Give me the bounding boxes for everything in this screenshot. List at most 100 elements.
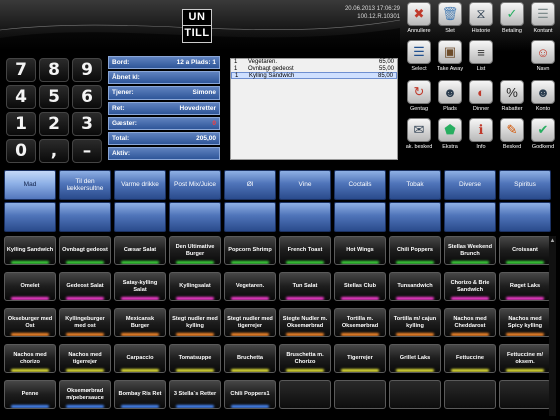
keypad-key[interactable]: – bbox=[72, 139, 102, 163]
product-button[interactable]: Cæsar Salat bbox=[114, 236, 166, 265]
trash-button[interactable]: 🗑 Slet bbox=[435, 2, 465, 40]
info-row-course[interactable]: Ret: Hovedretter bbox=[108, 101, 220, 115]
product-button[interactable]: Satay-kylling Salat bbox=[114, 272, 166, 301]
category-button[interactable]: Til den lækkersultne bbox=[59, 170, 111, 200]
order-receipt[interactable]: 1 Vegetaren. 65,00 1 Ovnbagt gedeost 55,00 1 Ky… bbox=[230, 58, 398, 160]
product-scrollbar[interactable]: ▲ bbox=[549, 236, 556, 416]
product-button[interactable]: Stegte Nudler m. Oksemørbrad bbox=[279, 308, 331, 337]
product-button[interactable]: Tortilla m/ cajun kylling bbox=[389, 308, 441, 337]
product-button[interactable]: Chorizo & Brie Sandwich bbox=[444, 272, 496, 301]
product-button[interactable]: Tigerrejer bbox=[334, 344, 386, 373]
product-button[interactable]: Stellas Weekend Brunch bbox=[444, 236, 496, 265]
product-button[interactable]: Nachos med Cheddarost bbox=[444, 308, 496, 337]
keypad-key[interactable]: 0 bbox=[6, 139, 36, 163]
product-button[interactable]: Bruschetta m. Chorizo bbox=[279, 344, 331, 373]
product-button[interactable]: Den Ultimative Burger bbox=[169, 236, 221, 265]
keypad-key[interactable]: 9 bbox=[72, 58, 102, 82]
keypad-key[interactable]: , bbox=[39, 139, 69, 163]
keypad-key[interactable]: 3 bbox=[72, 112, 102, 136]
product-button[interactable]: Vegetaren. bbox=[224, 272, 276, 301]
category-button[interactable]: Varme drikke bbox=[114, 170, 166, 200]
repeat-button[interactable]: ↻ Gentag bbox=[404, 80, 434, 118]
product-button[interactable]: Gedeost Salat bbox=[59, 272, 111, 301]
product-button[interactable]: Bombay Ris Ret bbox=[114, 380, 166, 409]
keypad-key[interactable]: 8 bbox=[39, 58, 69, 82]
category-button[interactable] bbox=[4, 202, 56, 232]
name-button[interactable]: ☺ Navn bbox=[528, 40, 558, 78]
message-button[interactable]: ✎ Besked bbox=[497, 118, 527, 156]
product-button[interactable]: Tomatsuppe bbox=[169, 344, 221, 373]
list-button[interactable]: ≡ List bbox=[466, 40, 496, 78]
product-button[interactable]: Stegt nudler med kylling bbox=[169, 308, 221, 337]
receipt-line[interactable]: 1 Ovnbagt gedeost 55,00 bbox=[231, 66, 397, 73]
product-button[interactable]: Stegt nudler med tigerrejer bbox=[224, 308, 276, 337]
category-button[interactable]: Spiritus bbox=[499, 170, 551, 200]
category-button[interactable] bbox=[224, 202, 276, 232]
approve-button[interactable]: ✔ Godkend bbox=[528, 118, 558, 156]
category-button[interactable]: Øl bbox=[224, 170, 276, 200]
product-button[interactable]: Kylling Sandwich bbox=[4, 236, 56, 265]
product-button[interactable]: Chili Poppers1 bbox=[224, 380, 276, 409]
category-button[interactable] bbox=[499, 202, 551, 232]
category-button[interactable] bbox=[334, 202, 386, 232]
seat-button[interactable]: ☻ Plads bbox=[435, 80, 465, 118]
info-button[interactable]: ℹ Info bbox=[466, 118, 496, 156]
category-button[interactable] bbox=[114, 202, 166, 232]
product-button[interactable]: Tortilla m. Oksemørbrad bbox=[334, 308, 386, 337]
product-button[interactable]: 3 Stella´s Retter bbox=[169, 380, 221, 409]
keypad-key[interactable]: 1 bbox=[6, 112, 36, 136]
category-button[interactable]: Tobak bbox=[389, 170, 441, 200]
product-button[interactable]: Fettuccine m/ oksem. bbox=[499, 344, 551, 373]
receipt-line[interactable]: 1 Kylling Sandwich 85,00 bbox=[231, 72, 397, 79]
category-button[interactable] bbox=[59, 202, 111, 232]
cash-button[interactable]: ☰ Kontant bbox=[528, 2, 558, 40]
select-button[interactable]: ☰ Select bbox=[404, 40, 434, 78]
keypad-key[interactable]: 7 bbox=[6, 58, 36, 82]
product-button[interactable]: Popcorn Shrimp bbox=[224, 236, 276, 265]
account-button[interactable]: ☻ Konto bbox=[528, 80, 558, 118]
info-row-opened[interactable]: Åbnet kl: bbox=[108, 71, 220, 85]
product-button[interactable]: Hot Wings bbox=[334, 236, 386, 265]
payment-button[interactable]: ✓ Betaling bbox=[497, 2, 527, 40]
product-button[interactable]: Oksemørbrad m/pebersauce bbox=[59, 380, 111, 409]
take-away-button[interactable]: ▣ Take Away bbox=[435, 40, 465, 78]
cancel-button[interactable]: ✖ Annullere bbox=[404, 2, 434, 40]
product-button[interactable]: Croissant bbox=[499, 236, 551, 265]
product-button[interactable]: Omelet bbox=[4, 272, 56, 301]
discount-button[interactable]: % Rabatter bbox=[497, 80, 527, 118]
scroll-up-icon[interactable]: ▲ bbox=[549, 236, 556, 246]
info-row-guests[interactable]: Gæster: 0 bbox=[108, 116, 220, 130]
history-button[interactable]: ⧖ Historie bbox=[466, 2, 496, 40]
info-row-waiter[interactable]: Tjener: Simone bbox=[108, 86, 220, 100]
product-button[interactable]: French Toast bbox=[279, 236, 331, 265]
category-button[interactable]: Diverse bbox=[444, 170, 496, 200]
product-button[interactable]: Nachos med chorizo bbox=[4, 344, 56, 373]
product-button[interactable]: Nachos med Spicy kylling bbox=[499, 308, 551, 337]
product-button[interactable]: Tunsandwich bbox=[389, 272, 441, 301]
category-button[interactable] bbox=[389, 202, 441, 232]
product-button[interactable]: Carpaccio bbox=[114, 344, 166, 373]
keypad-key[interactable]: 4 bbox=[6, 85, 36, 109]
product-button[interactable]: Røget Laks bbox=[499, 272, 551, 301]
kitchen-message-button[interactable]: ✉ ak. besked bbox=[404, 118, 434, 156]
keypad-key[interactable]: 6 bbox=[72, 85, 102, 109]
category-button[interactable]: Coctails bbox=[334, 170, 386, 200]
category-button[interactable] bbox=[444, 202, 496, 232]
category-button[interactable]: Vine bbox=[279, 170, 331, 200]
product-button[interactable]: Tun Salat bbox=[279, 272, 331, 301]
product-button[interactable]: Grillet Laks bbox=[389, 344, 441, 373]
dinner-button[interactable]: ◐ Dinner bbox=[466, 80, 496, 118]
category-button[interactable]: Post Mix/Juice bbox=[169, 170, 221, 200]
product-button[interactable]: Ovnbagt gedeost bbox=[59, 236, 111, 265]
extra-button[interactable]: ⬟ Ekstra bbox=[435, 118, 465, 156]
product-button[interactable]: Kyllingeburger med ost bbox=[59, 308, 111, 337]
category-button[interactable]: Mad bbox=[4, 170, 56, 200]
info-row-table[interactable]: Bord: 12 a Plads: 1 bbox=[108, 56, 220, 70]
category-button[interactable] bbox=[169, 202, 221, 232]
product-button[interactable]: Mexicansk Burger bbox=[114, 308, 166, 337]
product-button[interactable]: Chili Poppers bbox=[389, 236, 441, 265]
product-button[interactable]: Bruchetta bbox=[224, 344, 276, 373]
keypad-key[interactable]: 5 bbox=[39, 85, 69, 109]
product-button[interactable]: Stellas Club bbox=[334, 272, 386, 301]
product-button[interactable]: Fettuccine bbox=[444, 344, 496, 373]
